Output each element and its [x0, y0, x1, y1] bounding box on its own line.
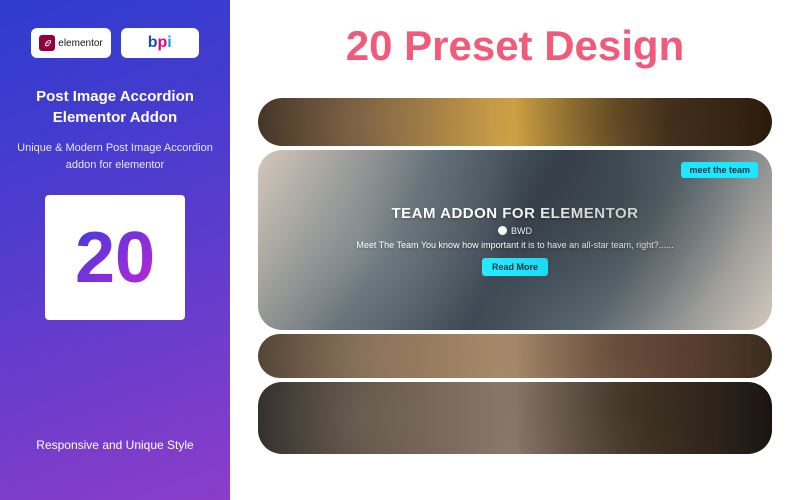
- image-accordion: meet the team TEAM ADDON FOR ELEMENTOR B…: [258, 98, 772, 454]
- bpi-letter-p: p: [158, 34, 168, 51]
- elementor-badge: elementor: [31, 28, 110, 58]
- accordion-item-4[interactable]: [258, 382, 772, 454]
- bpi-letter-b: b: [148, 34, 158, 51]
- read-more-button[interactable]: Read More: [482, 258, 548, 276]
- badges-row: elementor bpi: [31, 28, 198, 58]
- accordion-item-1[interactable]: [258, 98, 772, 146]
- accordion-item-3[interactable]: [258, 334, 772, 378]
- bpi-badge: bpi: [121, 28, 199, 58]
- elementor-icon: [39, 35, 55, 51]
- author-name: BWD: [511, 226, 532, 236]
- count-card: 20: [45, 195, 185, 320]
- preset-count: 20: [75, 217, 155, 299]
- bpi-letter-i: i: [167, 34, 171, 51]
- headline: 20 Preset Design: [258, 22, 772, 70]
- category-tag[interactable]: meet the team: [681, 162, 758, 178]
- author-row: BWD: [498, 226, 532, 236]
- post-title: TEAM ADDON FOR ELEMENTOR: [392, 205, 639, 222]
- addon-subtitle: Unique & Modern Post Image Accordion add…: [14, 140, 216, 173]
- accordion-item-2[interactable]: meet the team TEAM ADDON FOR ELEMENTOR B…: [258, 150, 772, 330]
- post-excerpt: Meet The Team You know how important it …: [356, 240, 673, 250]
- user-icon: [498, 226, 507, 235]
- bottom-tagline: Responsive and Unique Style: [36, 438, 193, 452]
- main-area: 20 Preset Design meet the team TEAM ADDO…: [230, 0, 800, 500]
- elementor-label: elementor: [58, 38, 102, 49]
- promo-sidebar: elementor bpi Post Image Accordion Eleme…: [0, 0, 230, 500]
- addon-title: Post Image Accordion Elementor Addon: [14, 86, 216, 128]
